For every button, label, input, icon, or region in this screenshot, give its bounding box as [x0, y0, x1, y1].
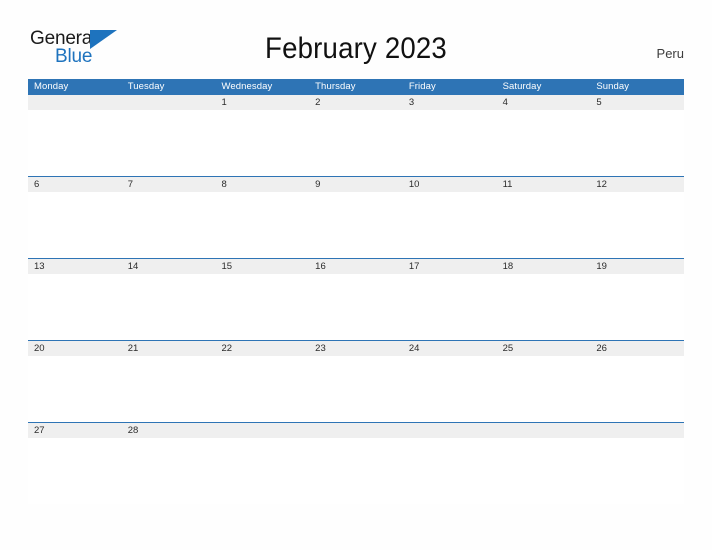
day-cell[interactable] — [28, 356, 122, 422]
date-number[interactable] — [590, 423, 684, 438]
date-number[interactable]: 9 — [309, 177, 403, 192]
day-cell[interactable] — [28, 192, 122, 258]
page-header: General Blue February 2023 Peru — [0, 0, 712, 78]
day-cell[interactable] — [497, 110, 591, 176]
day-cell[interactable] — [497, 274, 591, 340]
date-number[interactable]: 3 — [403, 95, 497, 110]
day-cell[interactable] — [309, 438, 403, 504]
country-label: Peru — [656, 46, 684, 61]
day-cell[interactable] — [403, 356, 497, 422]
date-number[interactable]: 17 — [403, 259, 497, 274]
day-cell[interactable] — [403, 110, 497, 176]
week-date-band: 6 7 8 9 10 11 12 — [28, 177, 684, 192]
date-number[interactable]: 27 — [28, 423, 122, 438]
date-number[interactable]: 14 — [122, 259, 216, 274]
week-body-band — [28, 192, 684, 258]
calendar-week-row: 13 14 15 16 17 18 19 — [28, 258, 684, 340]
day-cell[interactable] — [403, 192, 497, 258]
weekday-header-sunday: Sunday — [596, 81, 630, 92]
day-cell[interactable] — [309, 356, 403, 422]
weekday-header-saturday: Saturday — [502, 81, 542, 92]
day-cell[interactable] — [28, 274, 122, 340]
date-number[interactable]: 4 — [497, 95, 591, 110]
weekday-header-wednesday: Wednesday — [221, 81, 273, 92]
day-cell[interactable] — [122, 192, 216, 258]
weekday-header-tuesday: Tuesday — [127, 81, 165, 92]
day-cell[interactable] — [497, 192, 591, 258]
date-number[interactable]: 16 — [309, 259, 403, 274]
week-body-band — [28, 356, 684, 422]
weekday-header-thursday: Thursday — [315, 81, 356, 92]
week-body-band — [28, 274, 684, 340]
date-number[interactable]: 11 — [497, 177, 591, 192]
date-number[interactable] — [403, 423, 497, 438]
calendar-week-row: 20 21 22 23 24 25 26 — [28, 340, 684, 422]
date-number[interactable] — [215, 423, 309, 438]
date-number[interactable]: 18 — [497, 259, 591, 274]
day-cell[interactable] — [122, 438, 216, 504]
weekday-header-friday: Friday — [408, 81, 436, 92]
weekday-header-row: Monday Tuesday Wednesday Thursday Friday… — [28, 79, 684, 95]
date-number[interactable]: 23 — [309, 341, 403, 356]
date-number[interactable]: 15 — [215, 259, 309, 274]
week-body-band — [28, 110, 684, 176]
date-number[interactable]: 25 — [497, 341, 591, 356]
day-cell[interactable] — [590, 192, 684, 258]
date-number[interactable]: 13 — [28, 259, 122, 274]
day-cell[interactable] — [497, 438, 591, 504]
date-number[interactable]: 24 — [403, 341, 497, 356]
day-cell[interactable] — [590, 438, 684, 504]
day-cell[interactable] — [215, 110, 309, 176]
day-cell[interactable] — [403, 274, 497, 340]
date-number[interactable]: 6 — [28, 177, 122, 192]
day-cell[interactable] — [215, 356, 309, 422]
day-cell[interactable] — [403, 438, 497, 504]
day-cell[interactable] — [122, 110, 216, 176]
date-number[interactable]: 22 — [215, 341, 309, 356]
week-date-band: 1 2 3 4 5 — [28, 95, 684, 110]
calendar-grid: Monday Tuesday Wednesday Thursday Friday… — [28, 79, 684, 504]
week-date-band: 20 21 22 23 24 25 26 — [28, 341, 684, 356]
date-number[interactable] — [309, 423, 403, 438]
weekday-header-monday: Monday — [34, 81, 69, 92]
date-number[interactable] — [497, 423, 591, 438]
day-cell[interactable] — [309, 274, 403, 340]
date-number[interactable]: 2 — [309, 95, 403, 110]
page-title: February 2023 — [265, 32, 447, 65]
week-date-band: 13 14 15 16 17 18 19 — [28, 259, 684, 274]
date-number[interactable]: 8 — [215, 177, 309, 192]
day-cell[interactable] — [215, 192, 309, 258]
calendar-page: General Blue February 2023 Peru Monday T… — [0, 0, 712, 550]
day-cell[interactable] — [590, 274, 684, 340]
day-cell[interactable] — [28, 110, 122, 176]
calendar-week-row: 27 28 — [28, 422, 684, 504]
week-date-band: 27 28 — [28, 423, 684, 438]
date-number[interactable]: 1 — [215, 95, 309, 110]
date-number[interactable]: 12 — [590, 177, 684, 192]
date-number[interactable]: 20 — [28, 341, 122, 356]
date-number[interactable]: 7 — [122, 177, 216, 192]
day-cell[interactable] — [590, 110, 684, 176]
date-number[interactable]: 19 — [590, 259, 684, 274]
date-number[interactable] — [122, 95, 216, 110]
day-cell[interactable] — [122, 274, 216, 340]
day-cell[interactable] — [497, 356, 591, 422]
calendar-week-row: 1 2 3 4 5 — [28, 95, 684, 176]
date-number[interactable] — [28, 95, 122, 110]
day-cell[interactable] — [122, 356, 216, 422]
day-cell[interactable] — [309, 110, 403, 176]
date-number[interactable]: 26 — [590, 341, 684, 356]
day-cell[interactable] — [590, 356, 684, 422]
date-number[interactable]: 28 — [122, 423, 216, 438]
date-number[interactable]: 5 — [590, 95, 684, 110]
calendar-week-row: 6 7 8 9 10 11 12 — [28, 176, 684, 258]
day-cell[interactable] — [28, 438, 122, 504]
day-cell[interactable] — [215, 438, 309, 504]
week-body-band — [28, 438, 684, 504]
date-number[interactable]: 10 — [403, 177, 497, 192]
date-number[interactable]: 21 — [122, 341, 216, 356]
day-cell[interactable] — [215, 274, 309, 340]
day-cell[interactable] — [309, 192, 403, 258]
